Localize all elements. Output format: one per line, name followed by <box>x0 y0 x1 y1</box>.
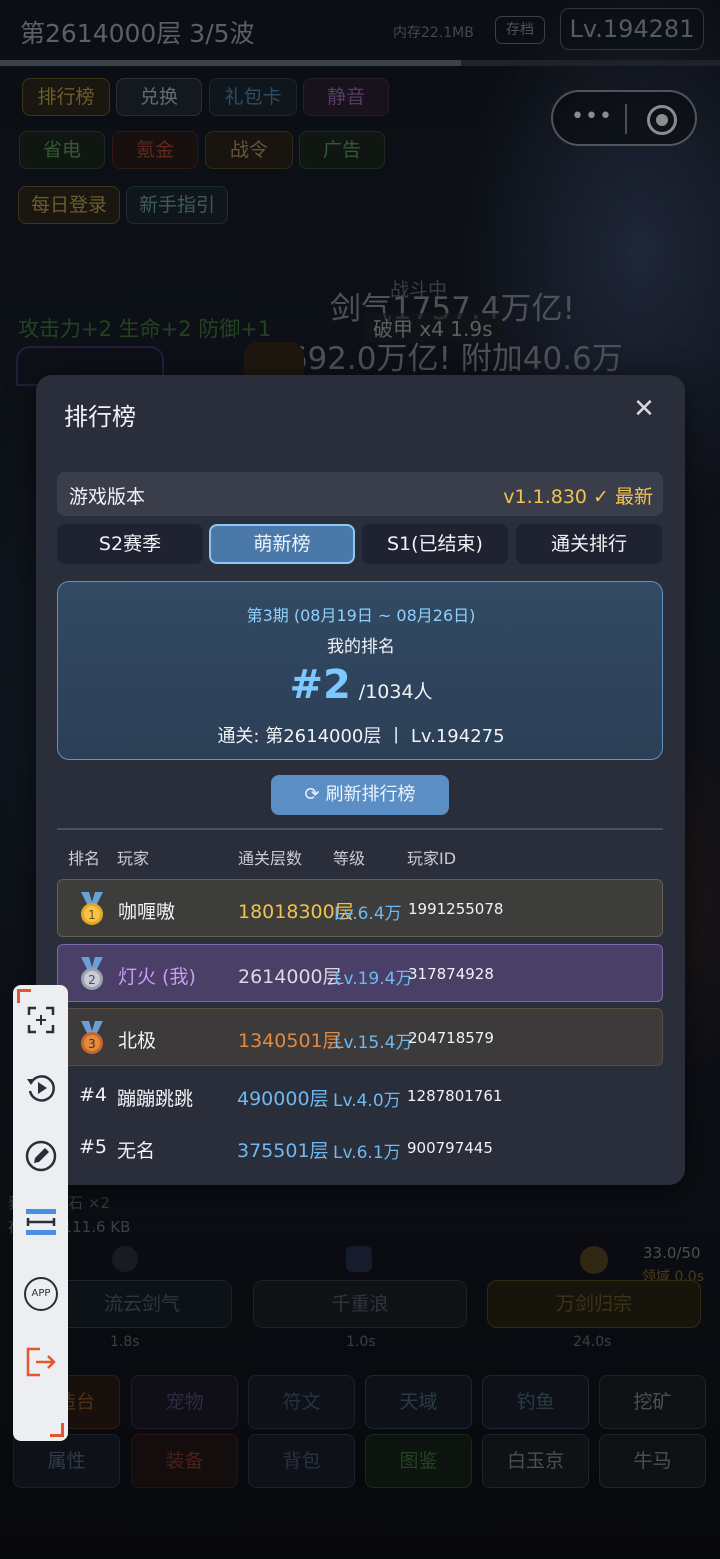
my-rank-display: #2/1034人 <box>58 662 664 708</box>
player-level: Lv.6.1万 <box>333 1143 401 1163</box>
floating-toolbar: APP <box>13 985 68 1441</box>
refresh-label: 刷新排行榜 <box>325 784 416 805</box>
table-row[interactable]: #5 无名 375501层 Lv.6.1万 900797445 <box>57 1119 663 1177</box>
player-level: Lv.19.4万 <box>334 969 413 989</box>
player-floor: 375501层 <box>237 1140 329 1162</box>
clear-info: 通关: 第2614000层 丨 Lv.194275 <box>217 726 505 747</box>
player-id: 1991255078 <box>408 900 504 918</box>
edit-icon[interactable] <box>24 1139 58 1173</box>
total-players: /1034人 <box>358 681 433 703</box>
header-rank: 排名 <box>68 849 101 868</box>
player-id: 204718579 <box>408 1029 494 1047</box>
player-level: Lv.6.4万 <box>334 904 402 924</box>
version-label: 游戏版本 <box>69 486 146 508</box>
table-divider <box>57 828 663 830</box>
app-icon[interactable]: APP <box>24 1277 58 1311</box>
fullscreen-icon[interactable] <box>24 1003 58 1037</box>
player-name: 无名 <box>117 1140 156 1162</box>
tab-s1-ended[interactable]: S1(已结束) <box>362 524 508 564</box>
exit-icon[interactable] <box>24 1345 58 1379</box>
close-icon[interactable]: ✕ <box>632 396 656 422</box>
player-name: 北极 <box>118 1030 157 1052</box>
table-header: 排名 玩家 通关层数 等级 玩家ID <box>57 845 663 868</box>
svg-text:1: 1 <box>88 908 96 922</box>
silver-medal-icon: 2 <box>81 957 103 990</box>
toolbar-corner <box>17 989 31 1003</box>
my-rank-label: 我的排名 <box>327 637 395 657</box>
player-level: Lv.15.4万 <box>334 1033 413 1053</box>
header-level: 等级 <box>333 849 366 868</box>
version-row: 游戏版本 v1.1.830 ✓ 最新 <box>57 472 663 516</box>
my-rank-value: #2 <box>289 662 351 708</box>
player-name: 灯火 (我) <box>118 966 196 988</box>
refresh-icon: ⟳ <box>304 784 320 805</box>
toolbar-corner <box>50 1423 64 1437</box>
player-rank: #4 <box>79 1084 108 1106</box>
player-name: 咖喱嗷 <box>118 901 176 923</box>
bronze-medal-icon: 3 <box>81 1021 103 1054</box>
svg-text:2: 2 <box>88 973 96 987</box>
player-floor: 1340501层 <box>238 1030 342 1052</box>
leaderboard-modal: 排行榜 ✕ 游戏版本 v1.1.830 ✓ 最新 S2赛季 萌新榜 S1(已结束… <box>36 375 685 1185</box>
tab-newbie[interactable]: 萌新榜 <box>209 524 355 564</box>
leaderboard-tabs: S2赛季 萌新榜 S1(已结束) 通关排行 <box>57 524 663 566</box>
player-name: 蹦蹦跳跳 <box>117 1088 194 1110</box>
header-player-id: 玩家ID <box>407 849 457 868</box>
player-floor: 490000层 <box>237 1088 329 1110</box>
refresh-leaderboard-button[interactable]: ⟳ 刷新排行榜 <box>271 775 449 815</box>
resize-icon[interactable] <box>24 1205 58 1239</box>
version-value: v1.1.830 ✓ 最新 <box>503 486 653 508</box>
table-row-me[interactable]: 2 灯火 (我) 2614000层 Lv.19.4万 317874928 <box>57 944 663 1002</box>
player-id: 317874928 <box>408 965 494 983</box>
tab-clear-ranking[interactable]: 通关排行 <box>516 524 662 564</box>
table-row[interactable]: 3 北极 1340501层 Lv.15.4万 204718579 <box>57 1008 663 1066</box>
header-player: 玩家 <box>117 849 150 868</box>
player-id: 900797445 <box>407 1139 493 1157</box>
header-floor: 通关层数 <box>238 849 303 868</box>
my-rank-card: 第3期 (08月19日 ~ 08月26日) 我的排名 #2/1034人 通关: … <box>57 581 663 760</box>
player-floor: 2614000层 <box>238 966 342 988</box>
player-level: Lv.4.0万 <box>333 1091 401 1111</box>
svg-text:3: 3 <box>88 1037 96 1051</box>
tab-s2-season[interactable]: S2赛季 <box>57 524 203 564</box>
player-rank: #5 <box>79 1136 108 1158</box>
period-label: 第3期 (08月19日 ~ 08月26日) <box>246 606 476 625</box>
gold-medal-icon: 1 <box>81 892 103 925</box>
table-row[interactable]: #4 蹦蹦跳跳 490000层 Lv.4.0万 1287801761 <box>57 1067 663 1125</box>
player-id: 1287801761 <box>407 1087 503 1105</box>
replay-icon[interactable] <box>24 1071 58 1105</box>
modal-title: 排行榜 <box>64 403 136 431</box>
table-row[interactable]: 1 咖喱嗷 18018300层 Lv.6.4万 1991255078 <box>57 879 663 937</box>
